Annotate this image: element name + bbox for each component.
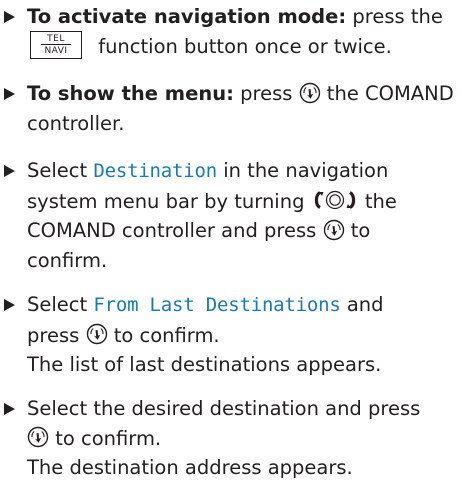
press-controller-icon bbox=[27, 426, 49, 448]
step-heading: To show the menu: bbox=[27, 82, 234, 105]
step-show-menu: To show the menu: press the COMAND contr… bbox=[4, 79, 456, 138]
press-controller-icon bbox=[86, 323, 108, 345]
triangle-bullet-icon bbox=[4, 165, 15, 177]
triangle-bullet-icon bbox=[4, 299, 15, 311]
step-text: Select the desired destination and press… bbox=[27, 397, 421, 479]
step-activate-navigation: To activate navigation mode: press the T… bbox=[4, 2, 456, 61]
step-text: To activate navigation mode: press the T… bbox=[27, 5, 443, 59]
display-text-destination: Destination bbox=[93, 160, 217, 182]
step-text: Select Destination in the navigation sys… bbox=[27, 159, 397, 272]
step-select-destination: Select Destination in the navigation sys… bbox=[4, 156, 456, 275]
press-controller-icon bbox=[299, 82, 321, 104]
step-text: Select From Last Destinations and press … bbox=[27, 293, 384, 376]
tel-navi-function-button-icon: TEL NAVI bbox=[30, 31, 82, 59]
step-text: To show the menu: press the COMAND contr… bbox=[27, 82, 454, 135]
step-select-last-destinations: Select From Last Destinations and press … bbox=[4, 290, 456, 380]
step-heading: To activate navigation mode: bbox=[27, 5, 347, 28]
result-text: The list of last destinations appears. bbox=[27, 353, 382, 376]
triangle-bullet-icon bbox=[4, 11, 15, 23]
triangle-bullet-icon bbox=[4, 403, 15, 415]
display-text-from-last-destinations: From Last Destinations bbox=[93, 294, 341, 316]
press-controller-icon bbox=[323, 219, 345, 241]
turn-controller-icon bbox=[311, 189, 359, 211]
triangle-bullet-icon bbox=[4, 88, 15, 100]
step-select-desired-destination: Select the desired destination and press… bbox=[4, 394, 456, 483]
result-text: The destination address appears. bbox=[27, 456, 353, 479]
